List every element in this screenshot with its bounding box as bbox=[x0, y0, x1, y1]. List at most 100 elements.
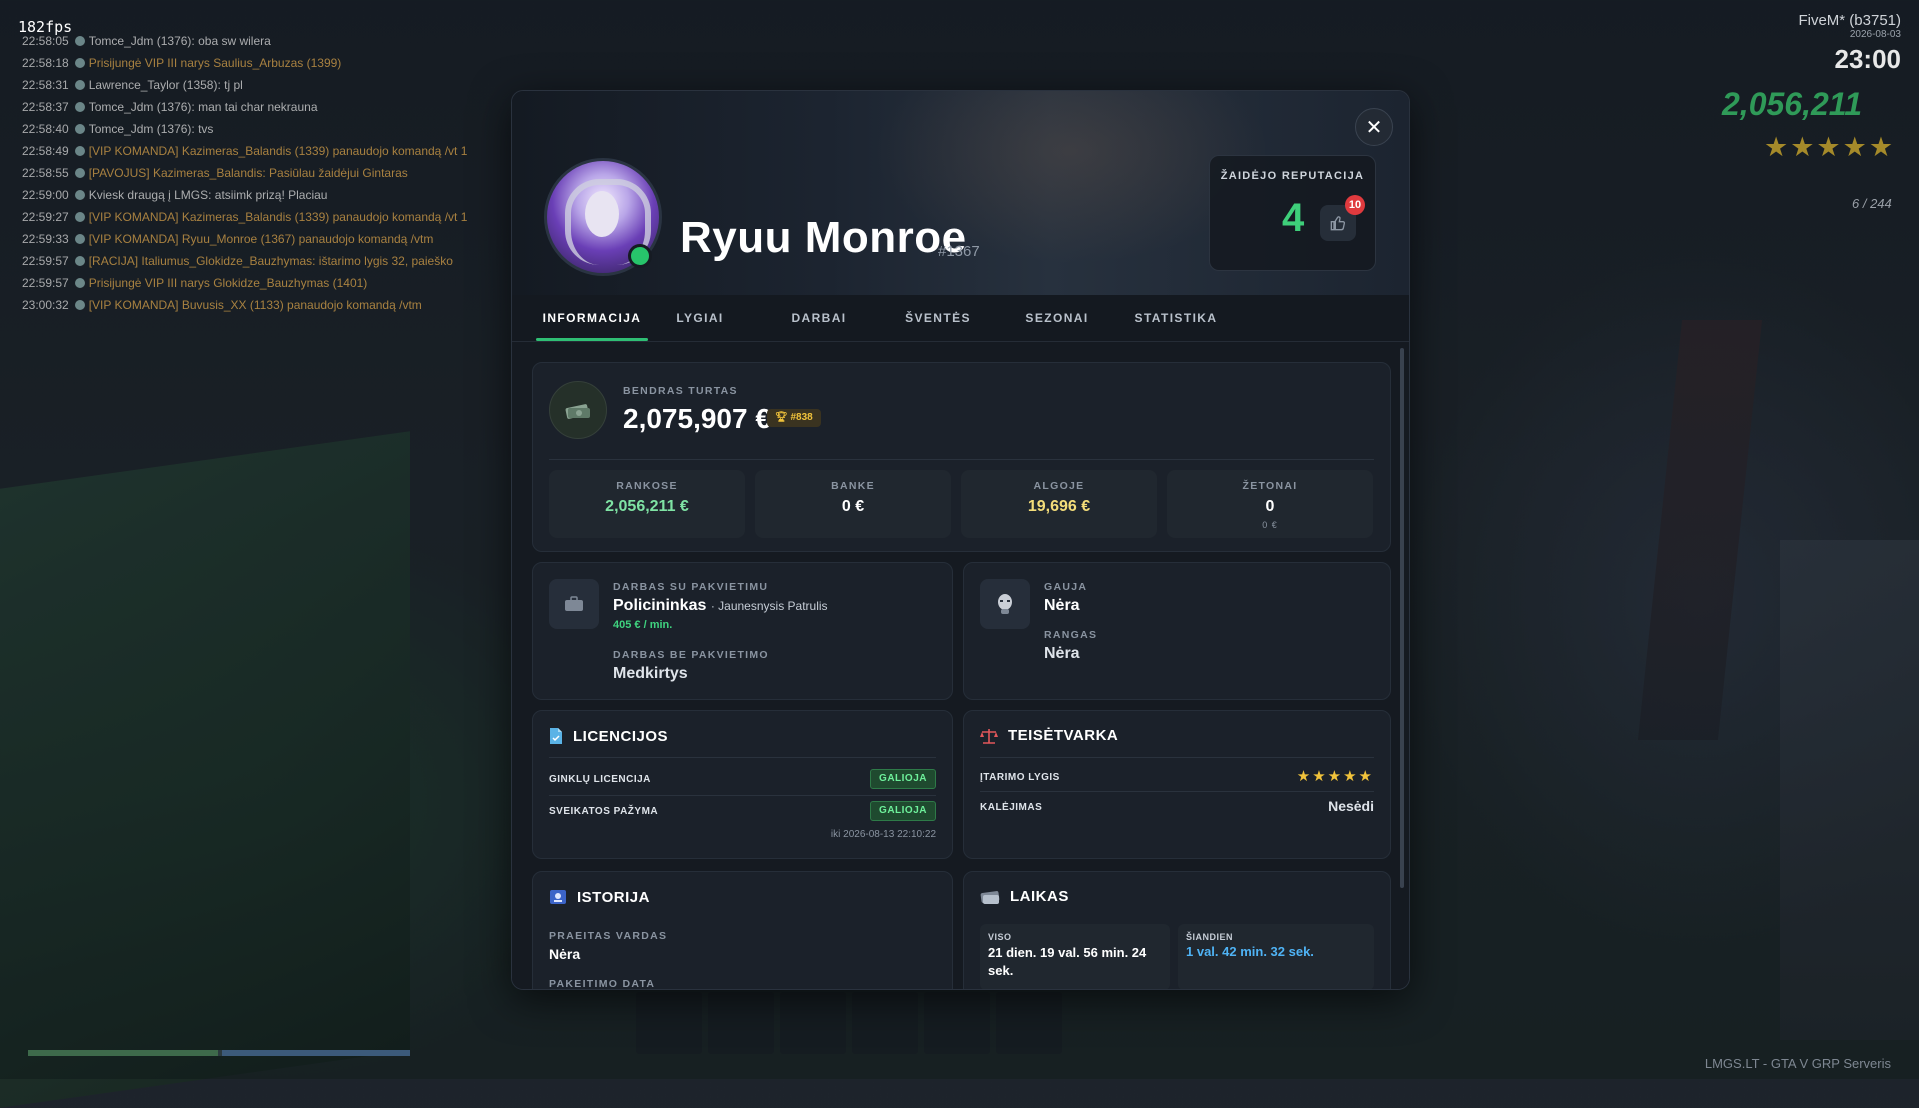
chat-line: 22:59:00 Kviesk draugą į LMGS: atsiimk pr… bbox=[22, 184, 522, 206]
chat-bubble-icon bbox=[74, 190, 85, 200]
total-time-value: 21 dien. 19 val. 56 min. 24 sek. bbox=[988, 945, 1147, 978]
chat-timestamp: 22:58:55 bbox=[22, 166, 69, 180]
avatar-face bbox=[585, 191, 619, 237]
tab-sventes[interactable]: ŠVENTĖS bbox=[878, 295, 998, 341]
scales-icon bbox=[980, 728, 998, 744]
tab-darbai[interactable]: DARBAI bbox=[759, 295, 879, 341]
chat-message: Lawrence_Taylor (1358): tj pl bbox=[88, 78, 243, 92]
hotbar-slot[interactable] bbox=[996, 992, 1062, 1054]
chat-line: 22:59:57 Prisijungė VIP III narys Glokidz… bbox=[22, 272, 522, 294]
prev-name-label: PRAEITAS VARDAS bbox=[549, 930, 668, 942]
chat-bubble-icon bbox=[74, 124, 85, 134]
licenses-card: LICENCIJOS GINKLŲ LICENCIJA GALIOJA SVEI… bbox=[532, 710, 953, 859]
chat-line: 22:59:27 [VIP KOMANDA] Kazimeras_Balandis… bbox=[22, 206, 522, 228]
chat-line: 22:58:05 Tomce_Jdm (1376): oba sw wilera bbox=[22, 30, 522, 52]
chat-bubble-icon bbox=[74, 36, 85, 46]
reputation-card: ŽAIDĖJO REPUTACIJA 4 10 bbox=[1209, 155, 1376, 271]
tokens-label: ŽETONAI bbox=[1242, 480, 1298, 492]
chat-line: 22:58:40 Tomce_Jdm (1376): tvs bbox=[22, 118, 522, 140]
chat-message: Kviesk draugą į LMGS: atsiimk prizą! Pla… bbox=[88, 188, 328, 202]
suspicion-label: ĮTARIMO LYGIS bbox=[980, 772, 1060, 783]
job-noinvite-label: DARBAS BE PAKVIETIMO bbox=[613, 649, 769, 661]
chat-bubble-icon bbox=[74, 146, 85, 156]
chat-message: [VIP KOMANDA] Buvusis_XX (1133) panaudoj… bbox=[88, 298, 422, 312]
chat-timestamp: 22:59:57 bbox=[22, 254, 69, 268]
chat-timestamp: 23:00:32 bbox=[22, 298, 69, 312]
divider bbox=[549, 757, 936, 758]
wealth-rank: #838 bbox=[790, 412, 813, 423]
divider bbox=[980, 791, 1374, 792]
player-profile-modal: Ryuu Monroe #1367 ✕ ŽAIDĖJO REPUTACIJA 4… bbox=[511, 90, 1410, 990]
star-icon: ★ bbox=[1327, 768, 1344, 785]
job-invite-label: DARBAS SU PAKVIETIMU bbox=[613, 581, 769, 593]
id-card-icon bbox=[550, 890, 566, 904]
chat-bubble-icon bbox=[74, 278, 85, 288]
hud-clock: 23:00 bbox=[1834, 44, 1902, 74]
total-time-box: VISO 21 dien. 19 val. 56 min. 24 sek. bbox=[980, 924, 1170, 989]
hud-top-right: FiveM* (b3751) 2026-08-03 23:00 bbox=[1798, 12, 1901, 75]
hotbar-slot[interactable] bbox=[780, 992, 846, 1054]
jobs-card: DARBAS SU PAKVIETIMU Policininkas · Jaun… bbox=[532, 562, 953, 700]
ticket-icon bbox=[980, 890, 1000, 904]
bank-value: 0 € bbox=[841, 498, 865, 515]
scrollbar[interactable] bbox=[1400, 348, 1404, 888]
gang-card: GAUJA Nėra RANGAS Nėra bbox=[963, 562, 1391, 700]
chat-timestamp: 22:59:33 bbox=[22, 232, 69, 246]
license-label: SVEIKATOS PAŽYMA bbox=[549, 806, 659, 817]
tab-informacija[interactable]: INFORMACIJA bbox=[532, 295, 652, 341]
player-id: #1367 bbox=[938, 243, 980, 260]
tab-statistika[interactable]: STATISTIKA bbox=[1116, 295, 1236, 341]
health-armor-bar bbox=[28, 1050, 410, 1056]
chat-message: Prisijungė VIP III narys Glokidze_Bauzhy… bbox=[88, 276, 368, 290]
job2-name: Medkirtys bbox=[613, 665, 688, 682]
wealth-total: 2,075,907 € bbox=[623, 403, 771, 434]
chat-bubble-icon bbox=[74, 300, 85, 310]
gang-value: Nėra bbox=[1044, 597, 1080, 614]
cash-value: 2,056,211 € bbox=[605, 498, 689, 515]
chat-line: 22:58:37 Tomce_Jdm (1376): man tai char n… bbox=[22, 96, 522, 118]
hud-money: 2,056,211 bbox=[1722, 86, 1862, 122]
gang-rank-label: RANGAS bbox=[1044, 629, 1098, 641]
tokens-value: 0 bbox=[1265, 498, 1275, 515]
health-bar-fill bbox=[28, 1050, 218, 1056]
fivem-version: FiveM* (b3751) bbox=[1798, 12, 1901, 29]
total-time-label: VISO bbox=[988, 932, 1012, 942]
ammo-counter: 6 / 244 bbox=[1852, 196, 1892, 211]
tab-sezonai[interactable]: SEZONAI bbox=[997, 295, 1117, 341]
cash-label: RANKOSE bbox=[616, 480, 678, 492]
today-time-label: ŠIANDIEN bbox=[1186, 932, 1234, 942]
tab-content[interactable]: BENDRAS TURTAS 2,075,907 € 🏆︎ #838 RANKO… bbox=[512, 342, 1409, 989]
hotbar-slot[interactable] bbox=[852, 992, 918, 1054]
close-button[interactable]: ✕ bbox=[1355, 108, 1393, 146]
close-icon: ✕ bbox=[1365, 116, 1383, 139]
chat-timestamp: 22:58:18 bbox=[22, 56, 69, 70]
suspicion-stars: ★★★★★ bbox=[1297, 767, 1374, 785]
hotbar-slot[interactable] bbox=[708, 992, 774, 1054]
gang-rank-value: Nėra bbox=[1044, 645, 1080, 662]
chat-message: Prisijungė VIP III narys Saulius_Arbuzas… bbox=[88, 56, 342, 70]
license-expiry: iki 2026-08-13 22:10:22 bbox=[830, 829, 936, 840]
briefcase-icon bbox=[549, 579, 599, 629]
hotbar-slot[interactable] bbox=[636, 992, 702, 1054]
chat-line: 22:59:33 [VIP KOMANDA] Ryuu_Monroe (1367)… bbox=[22, 228, 522, 250]
today-time-box: ŠIANDIEN 1 val. 42 min. 32 sek. bbox=[1178, 924, 1374, 989]
online-status-dot bbox=[628, 244, 652, 268]
chat-timestamp: 22:59:00 bbox=[22, 188, 69, 202]
player-name: Ryuu Monroe bbox=[680, 213, 967, 262]
wealth-rank-badge: 🏆︎ #838 bbox=[767, 409, 821, 427]
chat-line: 22:58:55 [PAVOJUS] Kazimeras_Balandis: Pa… bbox=[22, 162, 522, 184]
chat-timestamp: 22:59:57 bbox=[22, 276, 69, 290]
chat-timestamp: 22:58:37 bbox=[22, 100, 69, 114]
likes-badge: 10 bbox=[1345, 195, 1365, 215]
licenses-header: LICENCIJOS bbox=[549, 727, 668, 745]
tab-bar: INFORMACIJA LYGIAI DARBAI ŠVENTĖS SEZONA… bbox=[512, 295, 1409, 342]
hotbar-slot[interactable] bbox=[924, 992, 990, 1054]
chat-line: 23:00:32 [VIP KOMANDA] Buvusis_XX (1133) … bbox=[22, 294, 522, 316]
chat-line: 22:58:18 Prisijungė VIP III narys Saulius… bbox=[22, 52, 522, 74]
star-icon: ★ bbox=[1312, 768, 1328, 785]
chat-bubble-icon bbox=[74, 256, 85, 266]
chat-message: [VIP KOMANDA] Ryuu_Monroe (1367) panaudo… bbox=[88, 232, 434, 246]
chat-bubble-icon bbox=[74, 234, 85, 244]
tab-lygiai[interactable]: LYGIAI bbox=[640, 295, 760, 341]
license-label: GINKLŲ LICENCIJA bbox=[549, 774, 651, 785]
